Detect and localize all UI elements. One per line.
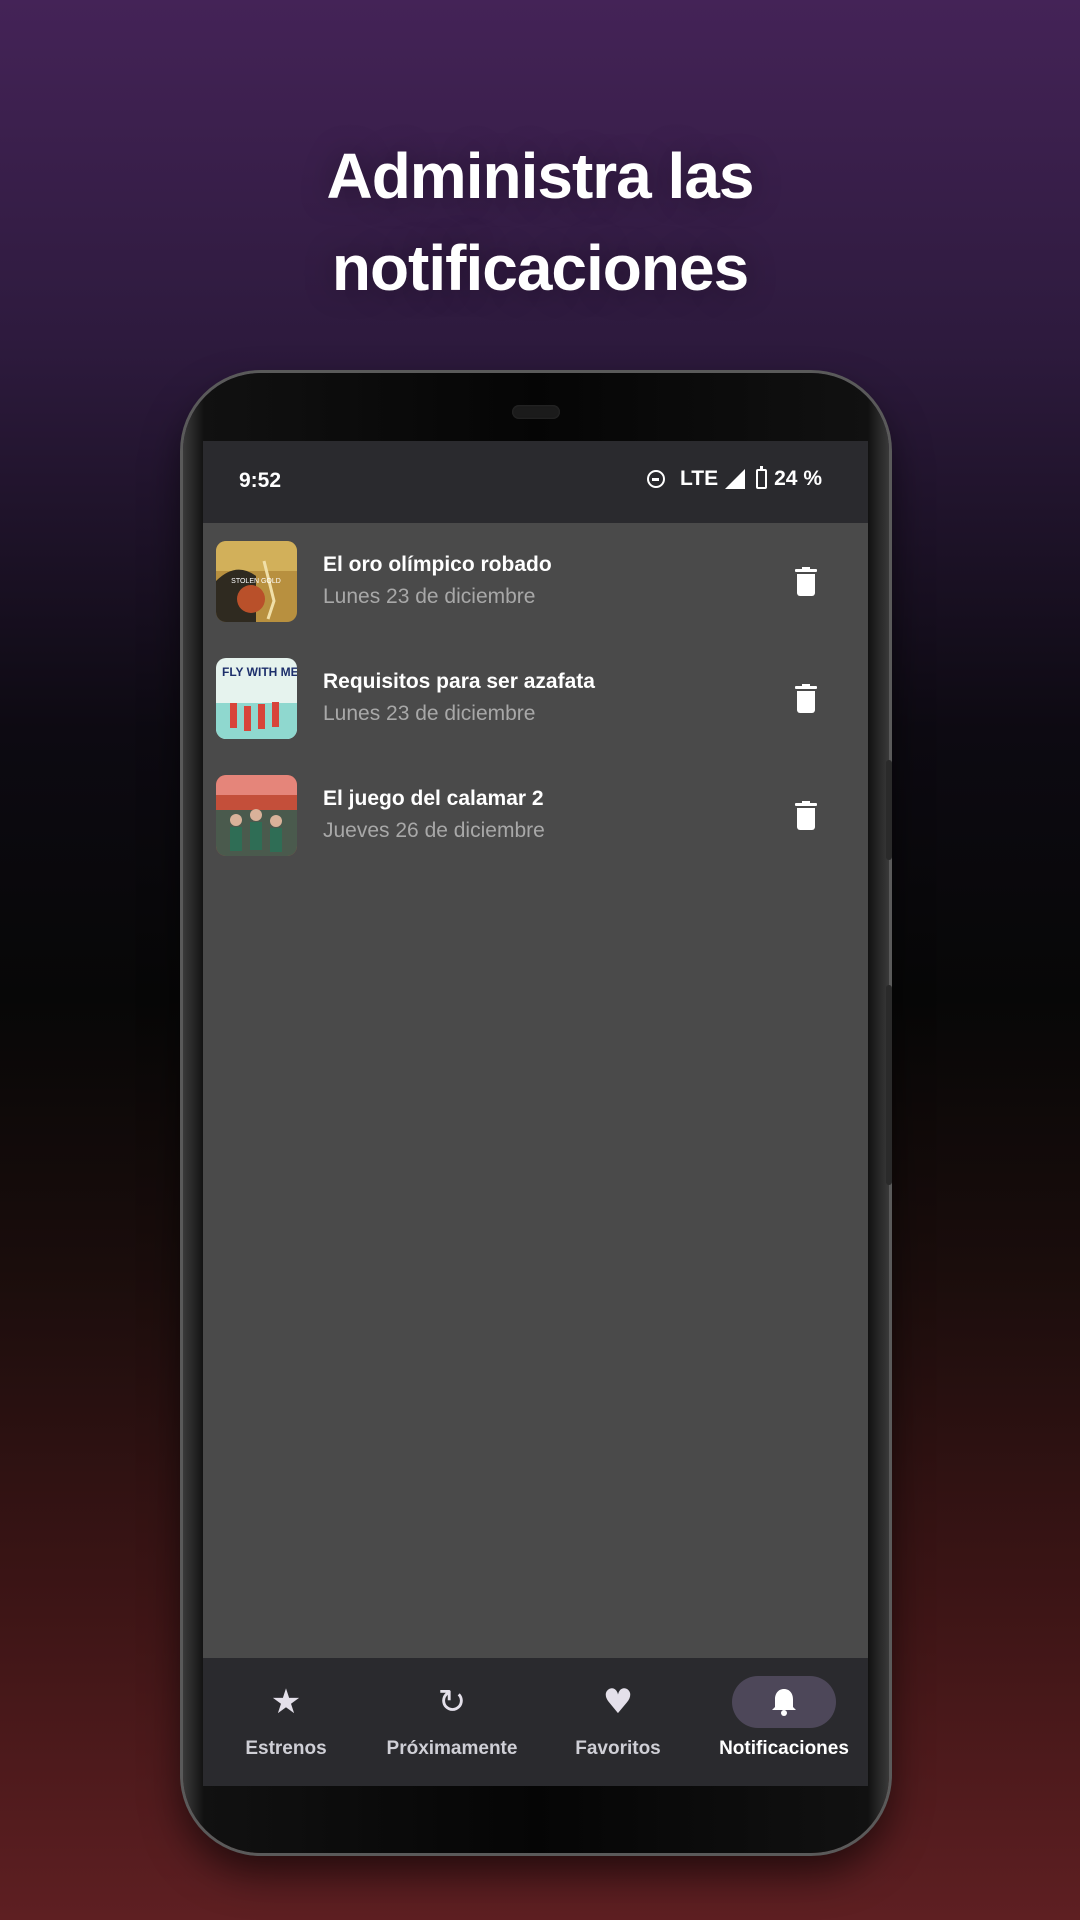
network-label: LTE [680, 467, 719, 490]
nav-item-favoritos[interactable]: ♥ Favoritos [535, 1658, 701, 1786]
phone-screen: 9:52 LTE 24 % STOLEN GOLD El oro olímpic… [203, 441, 868, 1786]
list-item[interactable]: El juego del calamar 2 Jueves 26 de dici… [203, 757, 868, 874]
poster-thumbnail: FLY WITH ME [216, 658, 297, 739]
volume-button [886, 760, 892, 860]
earpiece-speaker [512, 405, 560, 419]
refresh-icon: ↻ [437, 1682, 467, 1722]
power-button [886, 985, 892, 1185]
nav-label: Próximamente [386, 1738, 518, 1759]
nav-item-notificaciones[interactable]: Notificaciones [701, 1658, 867, 1786]
delete-button[interactable] [793, 801, 823, 835]
nav-label: Notificaciones [719, 1738, 849, 1759]
status-time: 9:52 [239, 469, 282, 492]
bell-icon [772, 1689, 796, 1716]
nav-item-proximamente[interactable]: ↻ Próximamente [369, 1658, 535, 1786]
headline-line-1: Administra las [326, 140, 754, 212]
notification-list: STOLEN GOLD El oro olímpico robado Lunes… [203, 523, 868, 874]
notification-date: Lunes 23 de diciembre [323, 585, 536, 608]
star-icon: ★ [270, 1682, 302, 1722]
notification-title: Requisitos para ser azafata [323, 670, 595, 693]
status-icons: LTE 24 % [647, 466, 822, 491]
signal-icon [725, 469, 746, 489]
notification-title: El juego del calamar 2 [323, 787, 544, 810]
poster-thumbnail [216, 775, 297, 856]
nav-item-estrenos[interactable]: ★ Estrenos [203, 1658, 369, 1786]
delete-button[interactable] [793, 684, 823, 718]
thumb-text: STOLEN GOLD [231, 578, 281, 585]
list-item[interactable]: STOLEN GOLD El oro olímpico robado Lunes… [203, 523, 868, 640]
nav-label: Estrenos [245, 1738, 327, 1759]
notification-title: El oro olímpico robado [323, 553, 552, 576]
poster-thumbnail: STOLEN GOLD [216, 541, 297, 622]
promo-headline: Administra las notificaciones [0, 130, 1080, 314]
do-not-disturb-icon [647, 470, 666, 488]
status-bar: 9:52 LTE 24 % [203, 441, 868, 523]
headline-line-2: notificaciones [331, 232, 749, 304]
nav-label: Favoritos [575, 1738, 661, 1759]
delete-button[interactable] [793, 567, 823, 601]
battery-icon [756, 466, 768, 489]
thumb-text: FLY WITH ME [222, 665, 297, 679]
battery-level: 24 % [774, 467, 822, 490]
list-item[interactable]: FLY WITH ME Requisitos para ser azafata … [203, 640, 868, 757]
bottom-navigation: ★ Estrenos ↻ Próximamente ♥ Favoritos No… [203, 1658, 868, 1786]
notification-date: Lunes 23 de diciembre [323, 702, 536, 725]
heart-icon: ♥ [602, 1682, 634, 1722]
notification-date: Jueves 26 de diciembre [323, 819, 545, 842]
